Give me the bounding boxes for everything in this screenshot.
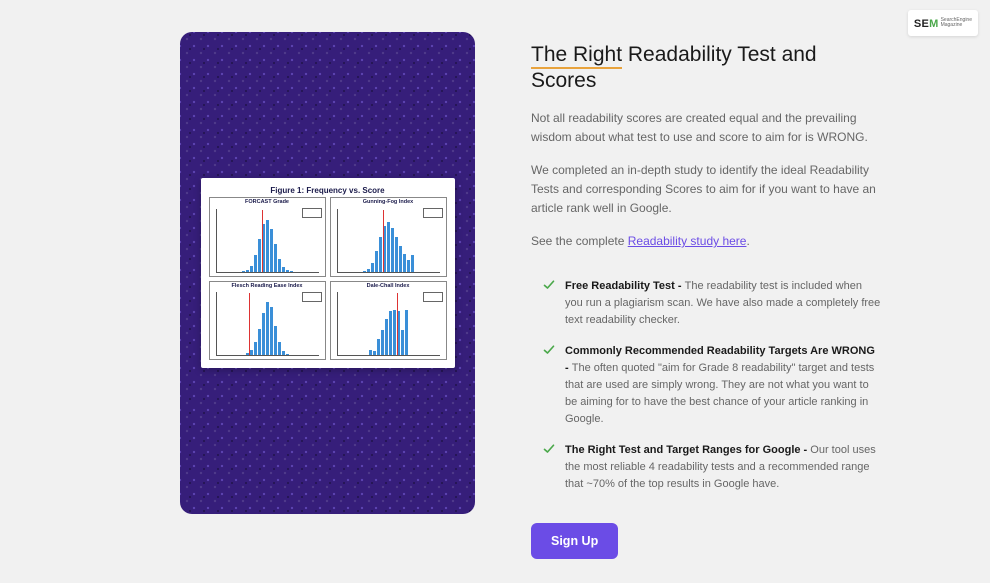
mini-chart-panel: FORCAST Grade [209, 197, 326, 277]
mini-chart-label: FORCAST Grade [210, 198, 325, 206]
bullet-text: Commonly Recommended Readability Targets… [565, 343, 881, 428]
mini-legend [302, 208, 322, 218]
sem-logo-badge: SEM SearchEngine Magazine [908, 10, 978, 36]
reference-line [249, 293, 250, 355]
mini-legend [302, 292, 322, 302]
chart-figure-title: Figure 1: Frequency vs. Score [209, 186, 447, 195]
mini-chart-panel: Flesch Reading Ease Index [209, 281, 326, 361]
reference-line [383, 210, 384, 272]
sign-up-button[interactable]: Sign Up [531, 523, 618, 559]
mini-chart-label: Gunning-Fog Index [331, 198, 446, 206]
chart-panels-grid: FORCAST Grade Gunning-Fog Index Flesch Rea… [209, 197, 447, 360]
content-column: The Right Readability Test and Scores No… [531, 32, 881, 559]
check-icon [543, 279, 555, 291]
check-icon [543, 344, 555, 356]
section-heading: The Right Readability Test and Scores [531, 42, 881, 95]
feature-bullet: Commonly Recommended Readability Targets… [543, 343, 881, 428]
feature-bullet: Free Readability Test - The readability … [543, 278, 881, 329]
intro-paragraph-1: Not all readability scores are created e… [531, 109, 881, 147]
mini-legend [423, 208, 443, 218]
feature-bullets: Free Readability Test - The readability … [543, 278, 881, 494]
feature-illustration-card: Figure 1: Frequency vs. Score FORCAST Gr… [180, 32, 475, 514]
feature-bullet: The Right Test and Target Ranges for Goo… [543, 442, 881, 493]
intro-paragraph-2: We completed an in-depth study to identi… [531, 161, 881, 219]
mini-chart-panel: Gunning-Fog Index [330, 197, 447, 277]
reference-line [397, 293, 398, 355]
heading-highlight: The Right [531, 43, 622, 69]
bullet-text: The Right Test and Target Ranges for Goo… [565, 442, 881, 493]
reference-line [262, 210, 263, 272]
intro-paragraph-3: See the complete Readability study here. [531, 232, 881, 251]
bullet-text: Free Readability Test - The readability … [565, 278, 881, 329]
mini-chart-panel: Dale-Chall Index [330, 281, 447, 361]
mini-chart-label: Flesch Reading Ease Index [210, 282, 325, 290]
readability-study-link[interactable]: Readability study here [628, 234, 747, 248]
mini-chart-label: Dale-Chall Index [331, 282, 446, 290]
check-icon [543, 443, 555, 455]
mini-legend [423, 292, 443, 302]
readability-charts-figure: Figure 1: Frequency vs. Score FORCAST Gr… [201, 178, 455, 368]
